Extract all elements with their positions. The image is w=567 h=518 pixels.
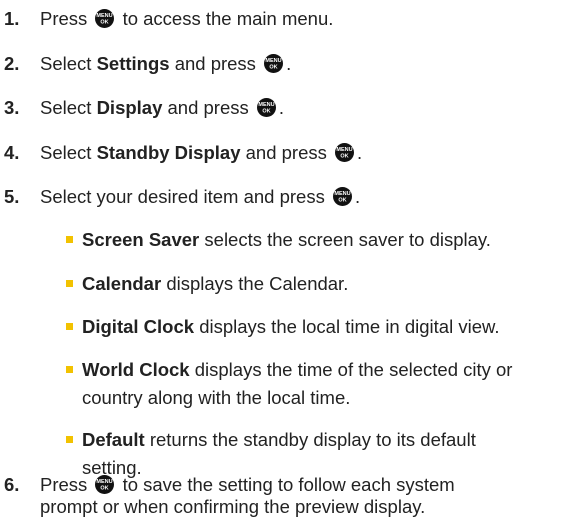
bullet-item: World Clock displays the time of the sel… xyxy=(66,359,512,381)
step-text: Press MENU OK to access the main menu. xyxy=(40,8,334,29)
svg-text:MENU: MENU xyxy=(258,102,274,108)
svg-text:OK: OK xyxy=(338,198,346,204)
menu-ok-key-icon: MENU OK xyxy=(256,98,276,117)
step-number: 6. xyxy=(4,474,20,495)
step-number: 4. xyxy=(4,142,20,163)
bullet-marker xyxy=(66,366,73,373)
svg-text:MENU: MENU xyxy=(336,147,352,153)
step-text: Select Settings and press MENU OK. xyxy=(40,53,292,74)
svg-text:OK: OK xyxy=(262,109,270,115)
step-text: Select Standby Display and press MENU OK. xyxy=(40,142,363,163)
bullet-item: Calendar displays the Calendar. xyxy=(66,273,348,295)
menu-ok-key-icon: MENU OK xyxy=(264,54,284,73)
bullet-marker xyxy=(66,323,73,330)
bullet-item: Digital Clock displays the local time in… xyxy=(66,316,499,338)
svg-text:OK: OK xyxy=(269,65,277,71)
step-number: 3. xyxy=(4,97,20,118)
svg-text:OK: OK xyxy=(101,20,109,26)
bullet-marker xyxy=(66,236,73,243)
step-number: 2. xyxy=(4,53,20,74)
svg-text:MENU: MENU xyxy=(334,191,350,197)
svg-text:OK: OK xyxy=(101,486,109,492)
bullet-continuation: country along with the local time. xyxy=(82,387,351,408)
step-text: Select your desired item and press MENU O… xyxy=(40,186,361,207)
menu-ok-key-icon: MENU OK xyxy=(95,9,115,28)
bullet-marker xyxy=(66,436,73,443)
menu-ok-key-icon: MENU OK xyxy=(332,187,352,206)
step-text-continuation: prompt or when confirming the preview di… xyxy=(40,496,426,517)
step-number: 1. xyxy=(4,8,20,29)
svg-text:OK: OK xyxy=(340,154,348,160)
step-text: Press MENU OK to save the setting to foll… xyxy=(40,474,455,517)
svg-text:MENU: MENU xyxy=(97,479,113,485)
menu-ok-key-icon: MENU OK xyxy=(95,475,115,494)
bullet-item: Default returns the standby display to i… xyxy=(66,429,476,451)
svg-text:MENU: MENU xyxy=(97,13,113,19)
step-text: Select Display and press MENU OK. xyxy=(40,97,285,118)
menu-ok-key-icon: MENU OK xyxy=(335,143,355,162)
svg-text:MENU: MENU xyxy=(265,58,281,64)
bullet-marker xyxy=(66,280,73,287)
bullet-item: Screen Saver selects the screen saver to… xyxy=(66,229,491,251)
step-number: 5. xyxy=(4,186,20,207)
instruction-list: 1. Press MENU OK to access the main menu.… xyxy=(0,0,567,517)
